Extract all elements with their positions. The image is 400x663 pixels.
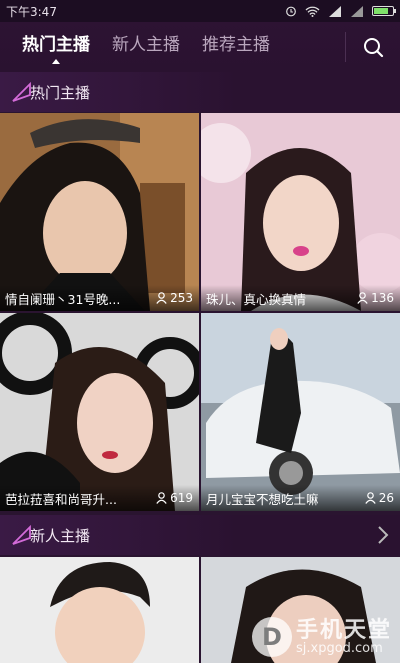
signal-icon <box>329 5 341 17</box>
viewers-icon <box>357 292 368 304</box>
streamer-name: 月儿宝宝不想吃土嘛 <box>206 491 319 507</box>
viewer-count-value: 619 <box>170 491 193 505</box>
card-caption: 珠儿、真心换真情 136 <box>201 285 400 311</box>
viewer-count: 136 <box>357 291 394 305</box>
streamer-photo <box>201 113 400 311</box>
streamer-card[interactable]: 情自阑珊丶31号晚... 253 <box>0 113 199 311</box>
chevron-right-icon[interactable] <box>376 525 390 545</box>
streamer-photo <box>0 557 199 663</box>
section-header-new[interactable]: 新人主播 <box>0 515 400 555</box>
card-caption: 芭拉菈喜和尚哥升... 619 <box>0 485 199 511</box>
card-caption: 情自阑珊丶31号晚... 253 <box>0 285 199 311</box>
streamer-photo <box>0 113 199 311</box>
tab-hot[interactable]: 热门主播 <box>22 22 90 72</box>
viewer-count: 253 <box>156 291 193 305</box>
viewer-count: 26 <box>365 491 394 505</box>
nav-divider <box>345 32 346 62</box>
viewer-count-value: 253 <box>170 291 193 305</box>
watermark-title: 手机天堂 <box>295 617 392 643</box>
section-triangle-icon <box>12 81 31 102</box>
streamer-name: 情自阑珊丶31号晚... <box>5 291 121 307</box>
card-caption: 月儿宝宝不想吃土嘛 26 <box>201 485 400 511</box>
streamer-photo <box>0 313 199 511</box>
top-tab-bar: 热门主播 新人主播 推荐主播 <box>0 22 400 72</box>
streamer-name: 芭拉菈喜和尚哥升... <box>5 491 117 507</box>
watermark-url: sj.xpgod.com <box>295 640 383 656</box>
streamer-card[interactable]: 芭拉菈喜和尚哥升... 619 <box>0 313 199 511</box>
tab-recommended-label: 推荐主播 <box>202 35 270 55</box>
section-title-hot: 热门主播 <box>30 83 91 102</box>
viewers-icon <box>156 492 167 504</box>
viewers-icon <box>156 292 167 304</box>
streamer-name: 珠儿、真心换真情 <box>206 291 307 307</box>
alarm-icon <box>286 6 296 17</box>
section-title-new: 新人主播 <box>30 526 91 545</box>
tab-hot-label: 热门主播 <box>22 35 90 55</box>
battery-icon <box>372 6 396 16</box>
streamer-card[interactable]: 珠儿、真心换真情 136 <box>201 113 400 311</box>
tab-recommended[interactable]: 推荐主播 <box>202 22 270 72</box>
viewer-count-value: 26 <box>378 491 394 505</box>
streamer-card[interactable] <box>0 557 199 663</box>
viewer-count-value: 136 <box>371 291 394 305</box>
tab-new-label: 新人主播 <box>112 35 180 55</box>
streamer-card[interactable]: 月儿宝宝不想吃土嘛 26 <box>201 313 400 511</box>
streamer-photo <box>201 313 400 511</box>
search-icon[interactable] <box>362 36 384 58</box>
viewer-count: 619 <box>156 491 193 505</box>
tab-new[interactable]: 新人主播 <box>112 22 180 72</box>
signal-2-icon <box>351 5 363 17</box>
active-tab-indicator <box>52 59 60 64</box>
wifi-icon <box>305 6 320 17</box>
status-time: 下午3:47 <box>6 4 57 19</box>
section-triangle-icon <box>12 524 31 545</box>
section-header-hot: 热门主播 <box>0 72 400 112</box>
watermark: D 手机天堂 sj.xpgod.com <box>251 617 392 657</box>
watermark-logo: D <box>251 617 292 657</box>
viewers-icon <box>365 492 376 504</box>
status-bar: 下午3:47 <box>0 0 400 22</box>
